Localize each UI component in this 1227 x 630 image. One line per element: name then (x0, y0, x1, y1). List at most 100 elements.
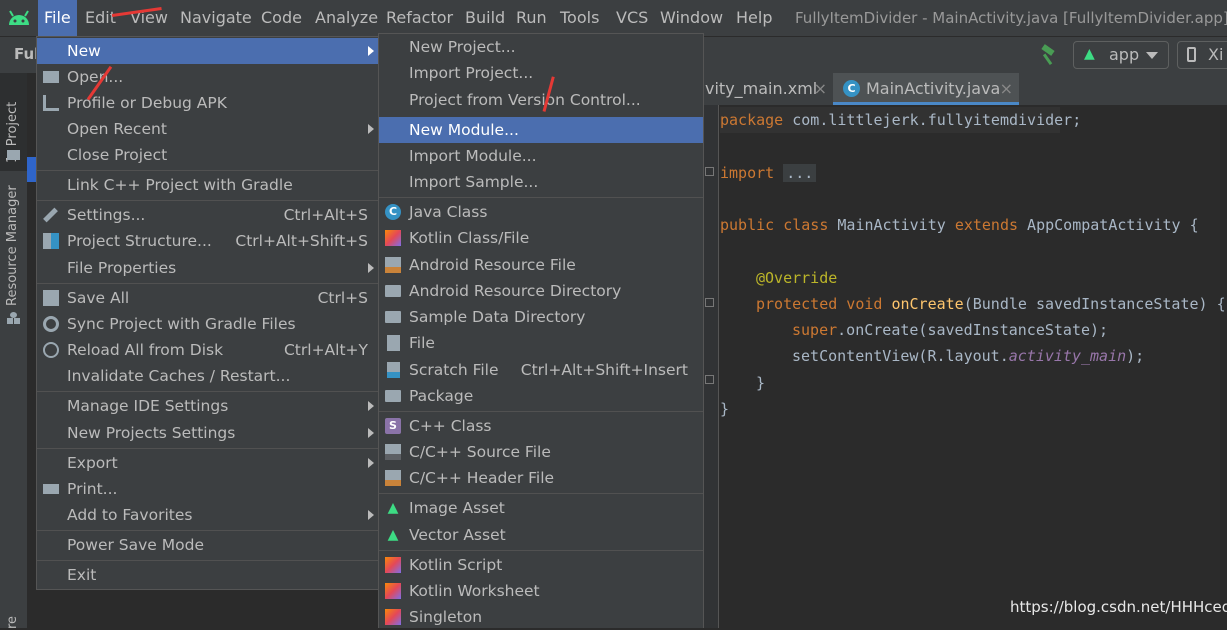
menu-item-kotlin-class[interactable]: Kotlin Class/File (379, 225, 703, 251)
menu-item-java-class[interactable]: C Java Class (379, 199, 703, 225)
menu-build[interactable]: Build (459, 0, 511, 36)
menu-item-new-module[interactable]: New Module... (379, 117, 703, 143)
menu-item-android-resource-file[interactable]: Android Resource File (379, 252, 703, 278)
chevron-right-icon (368, 428, 374, 438)
menu-view[interactable]: View (124, 0, 174, 36)
phone-icon (1187, 47, 1196, 62)
menu-vcs[interactable]: VCS (610, 0, 654, 36)
menu-item-file-properties[interactable]: File Properties (37, 255, 378, 281)
chevron-right-icon (368, 46, 374, 56)
folder-icon (385, 285, 401, 297)
menu-item-package[interactable]: Package (379, 383, 703, 409)
menu-item-sync-gradle[interactable]: Sync Project with Gradle Files (37, 311, 378, 337)
menu-item-kotlin-worksheet[interactable]: Kotlin Worksheet (379, 578, 703, 604)
resource-file-icon (385, 257, 401, 273)
folder-open-icon (43, 71, 59, 83)
menu-item-open[interactable]: Open... (37, 64, 378, 90)
menu-item-save-all[interactable]: Save All Ctrl+S (37, 285, 378, 311)
menu-item-import-project[interactable]: Import Project... (379, 60, 703, 86)
menu-item-print[interactable]: Print... (37, 476, 378, 502)
menu-refactor[interactable]: Refactor (380, 0, 459, 36)
android-icon: ▲ (387, 500, 399, 516)
menu-item-new[interactable]: New (37, 38, 378, 64)
menu-item-manage-ide-settings[interactable]: Manage IDE Settings (37, 393, 378, 419)
print-icon (43, 484, 59, 494)
menu-navigate[interactable]: Navigate (174, 0, 258, 36)
menu-item-settings[interactable]: Settings... Ctrl+Alt+S (37, 202, 378, 228)
menu-file[interactable]: File (38, 0, 77, 36)
close-icon[interactable]: × (1000, 73, 1013, 105)
menu-item-exit[interactable]: Exit (37, 562, 378, 588)
menu-item-close-project[interactable]: Close Project (37, 142, 378, 168)
menu-window[interactable]: Window (654, 0, 729, 36)
menu-item-android-resource-directory[interactable]: Android Resource Directory (379, 278, 703, 304)
menu-separator (37, 170, 378, 171)
menu-item-cpp-source[interactable]: C/C++ Source File (379, 439, 703, 465)
menu-item-sample-data-directory[interactable]: Sample Data Directory (379, 304, 703, 330)
save-icon (43, 290, 59, 306)
cpp-class-icon: S (385, 418, 401, 434)
menu-separator (379, 550, 703, 551)
folded-imports[interactable]: ... (783, 164, 817, 182)
tab-activity-main-xml[interactable]: vity_main.xml × (703, 73, 833, 105)
menu-item-power-save-mode[interactable]: Power Save Mode (37, 532, 378, 558)
menu-item-open-recent[interactable]: Open Recent (37, 116, 378, 142)
fold-icon[interactable] (705, 298, 714, 307)
menu-code[interactable]: Code (255, 0, 308, 36)
android-icon: ▲ (1084, 46, 1095, 62)
chevron-right-icon (368, 510, 374, 520)
fold-icon[interactable] (705, 375, 714, 384)
fold-icon[interactable] (705, 167, 714, 176)
run-config-dropdown[interactable]: ▲ app (1073, 41, 1169, 69)
editor-gutter (703, 105, 719, 628)
menu-item-image-asset[interactable]: ▲ Image Asset (379, 495, 703, 521)
menu-item-cpp-header[interactable]: C/C++ Header File (379, 465, 703, 491)
build-hammer-icon[interactable] (1036, 43, 1060, 67)
menu-item-import-module[interactable]: Import Module... (379, 143, 703, 169)
menu-help[interactable]: Help (730, 0, 778, 36)
menu-tools[interactable]: Tools (554, 0, 605, 36)
tool-tab-fragment[interactable]: re (5, 609, 20, 629)
file-menu: New Open... Profile or Debug APK Open Re… (36, 36, 379, 590)
resource-manager-tab[interactable]: Resource Manager (5, 185, 20, 306)
menu-item-project-structure[interactable]: Project Structure... Ctrl+Alt+Shift+S (37, 228, 378, 254)
menu-item-profile-debug-apk[interactable]: Profile or Debug APK (37, 90, 378, 116)
menu-item-project-from-vcs[interactable]: Project from Version Control... (379, 87, 703, 113)
menu-item-new-project[interactable]: New Project... (379, 34, 703, 60)
menu-analyze[interactable]: Analyze (309, 0, 384, 36)
watermark: https://blog.csdn.net/HHHceo (1010, 598, 1227, 616)
device-dropdown[interactable]: Xi (1177, 41, 1227, 69)
menu-item-cpp-class[interactable]: S C++ Class (379, 413, 703, 439)
menu-item-vector-asset[interactable]: ▲ Vector Asset (379, 522, 703, 548)
menu-item-singleton[interactable]: Singleton (379, 604, 703, 630)
menu-run[interactable]: Run (510, 0, 553, 36)
code-line-12: } (720, 400, 730, 418)
code-line-11: } (756, 374, 766, 392)
menu-item-export[interactable]: Export (37, 450, 378, 476)
code-editor[interactable]: package com.littlejerk.fullyitemdivider;… (719, 105, 1227, 628)
menu-item-kotlin-script[interactable]: Kotlin Script (379, 552, 703, 578)
kotlin-icon (385, 557, 401, 573)
tab-main-activity-java[interactable]: C MainActivity.java × (833, 73, 1019, 105)
menu-item-invalidate-caches[interactable]: Invalidate Caches / Restart... (37, 363, 378, 389)
menu-separator (37, 560, 378, 561)
menu-bar: File Edit View Navigate Code Analyze Ref… (0, 0, 1227, 36)
cpp-source-icon (385, 444, 401, 460)
menu-separator (37, 530, 378, 531)
menu-edit[interactable]: Edit (79, 0, 122, 36)
menu-item-file[interactable]: File (379, 330, 703, 356)
wrench-icon (43, 207, 58, 223)
menu-item-import-sample[interactable]: Import Sample... (379, 169, 703, 195)
tab-label: MainActivity.java (866, 79, 1001, 98)
menu-item-reload-disk[interactable]: Reload All from Disk Ctrl+Alt+Y (37, 337, 378, 363)
resource-icon (7, 312, 20, 324)
close-icon[interactable]: × (814, 73, 827, 105)
file-icon (387, 335, 400, 351)
chevron-right-icon (368, 401, 374, 411)
menu-item-scratch-file[interactable]: Scratch File Ctrl+Alt+Shift+Insert (379, 357, 703, 383)
menu-item-new-projects-settings[interactable]: New Projects Settings (37, 420, 378, 446)
menu-item-add-to-favorites[interactable]: Add to Favorites (37, 502, 378, 528)
cpp-header-icon (385, 470, 401, 486)
editor-tabs: vity_main.xml × C MainActivity.java × (703, 73, 1227, 106)
menu-item-link-cpp[interactable]: Link C++ Project with Gradle (37, 172, 378, 198)
